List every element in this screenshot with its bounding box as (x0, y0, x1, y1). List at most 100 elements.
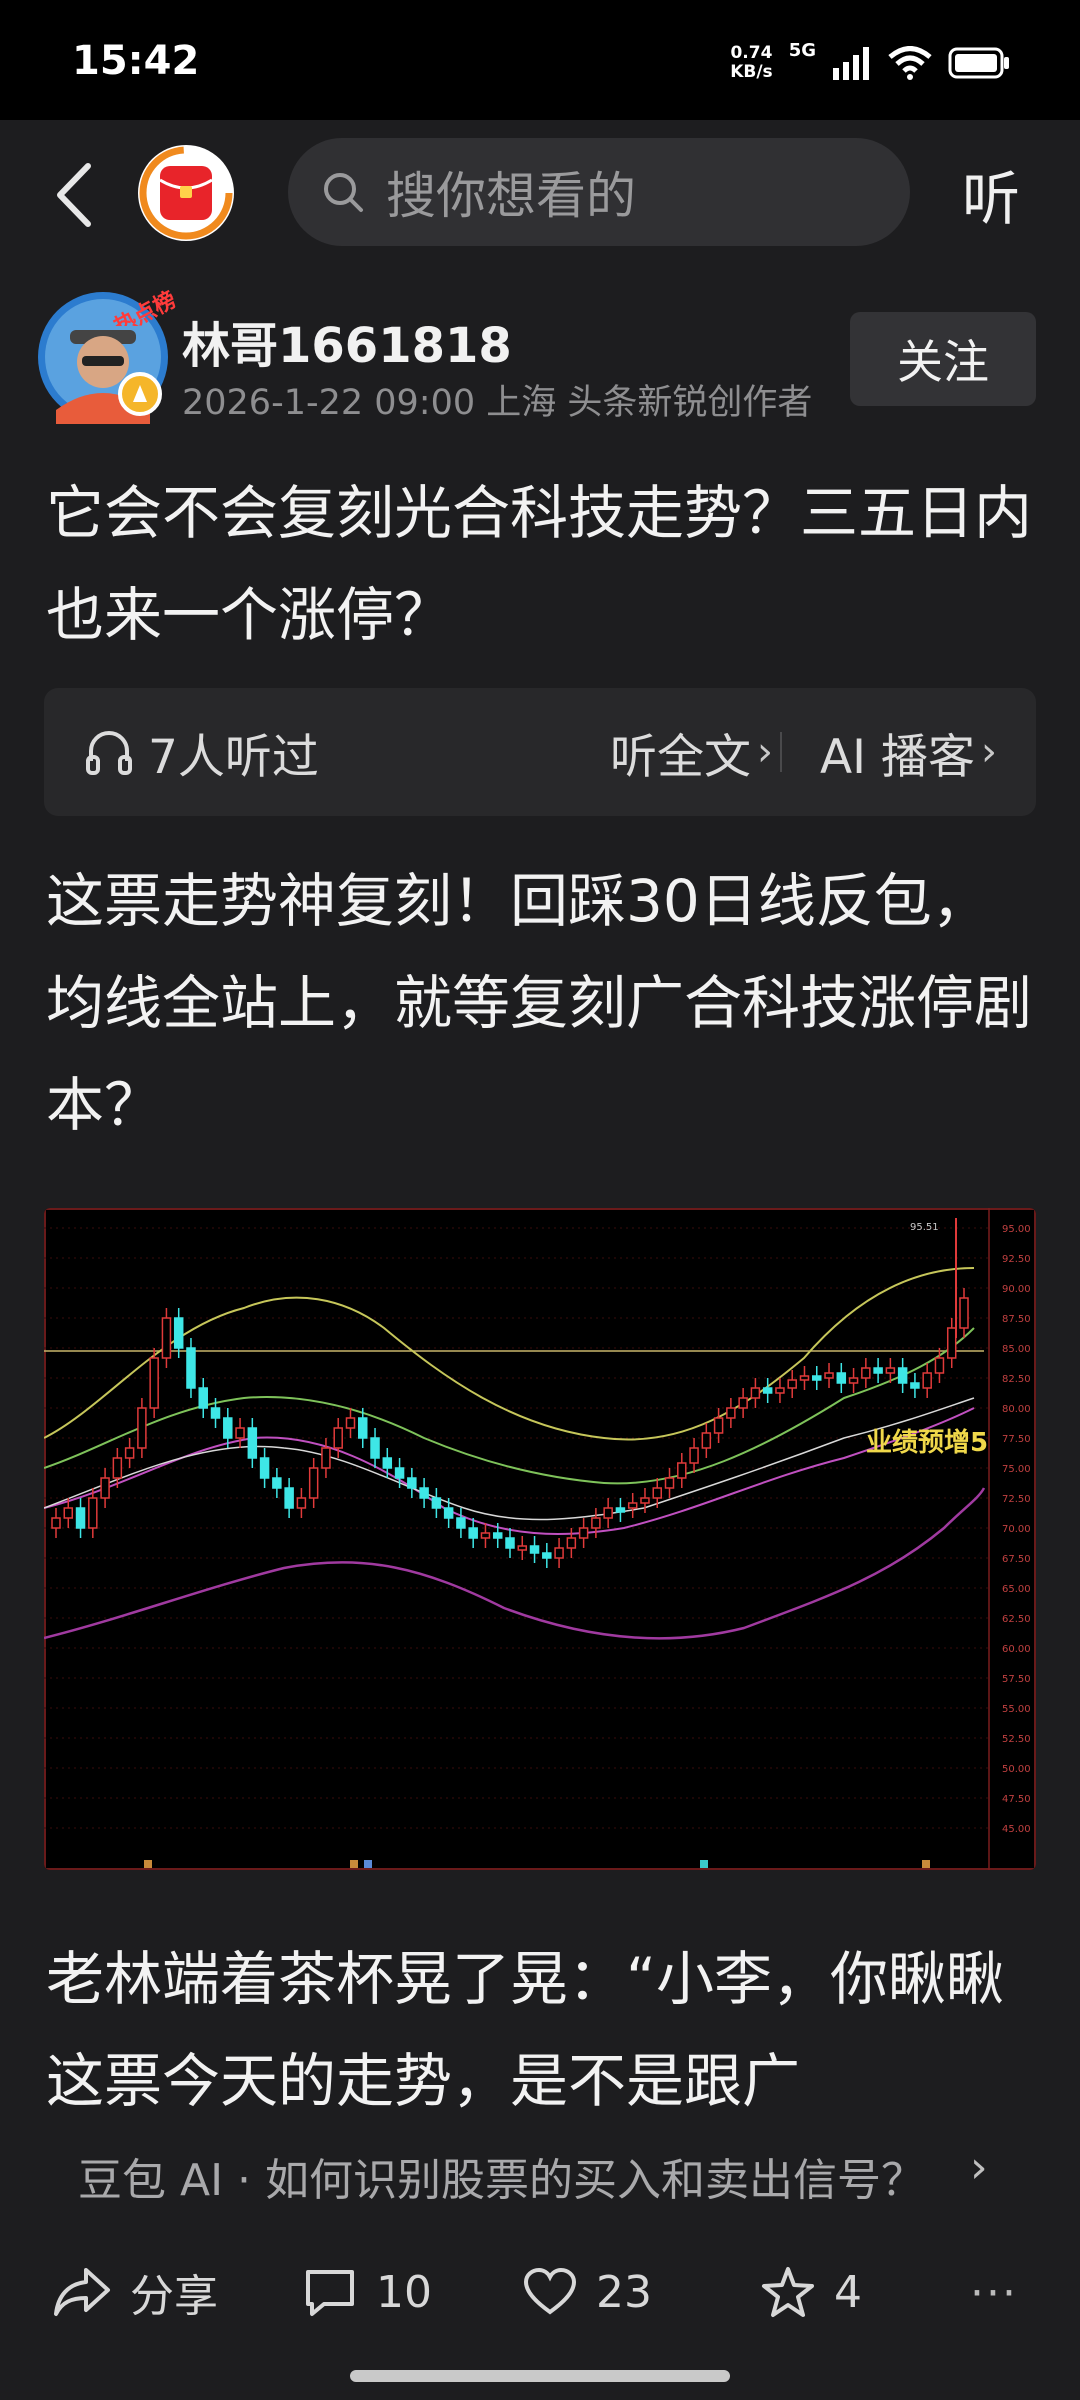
candle-body (627, 1502, 638, 1509)
date-marker (350, 1860, 358, 1868)
stock-chart-image[interactable]: 95.00 92.50 90.00 87.50 85.00 82.50 80.00 77.50… (44, 1208, 1036, 1870)
chevron-right-icon: › (757, 729, 773, 775)
candle-body (848, 1377, 859, 1384)
candle-body (713, 1417, 724, 1434)
candle-body (750, 1387, 761, 1399)
author-name[interactable]: 林哥1661818 (182, 306, 512, 376)
price-tick-label: 65.00 (1002, 1584, 1031, 1595)
comment-icon (306, 2270, 354, 2316)
candle-body (296, 1497, 307, 1509)
candle-body (149, 1357, 159, 1409)
candle-body (812, 1375, 822, 1381)
back-arrow-icon (57, 163, 91, 227)
candle-body (505, 1537, 515, 1549)
price-tick-label: 57.50 (1002, 1674, 1031, 1685)
candle-body (726, 1407, 736, 1419)
candle-body (235, 1427, 245, 1439)
listen-full-button[interactable]: 听全文 › (610, 688, 773, 816)
candle-body (456, 1517, 466, 1529)
candle-body (787, 1379, 797, 1389)
candle-body (529, 1545, 540, 1554)
chevron-right-icon: › (980, 729, 997, 775)
star-icon (762, 2267, 814, 2317)
candle-body (345, 1417, 356, 1429)
red-packet-icon[interactable] (135, 142, 237, 244)
candle-body (652, 1487, 662, 1499)
follow-button[interactable]: 关注 (850, 312, 1036, 406)
candle-body (615, 1507, 626, 1513)
candle-body (775, 1387, 785, 1394)
candle-body (308, 1467, 319, 1499)
status-bar: 15:42 0.74 KB/s 5G (0, 0, 1080, 120)
candle-body (321, 1447, 331, 1469)
listen-count-text: 7人听过 (148, 729, 319, 785)
price-tick-label: 72.50 (1002, 1494, 1031, 1505)
candle-body (358, 1417, 368, 1439)
back-button[interactable] (44, 160, 104, 230)
battery-icon (948, 47, 1009, 79)
favorite-count: 4 (834, 2266, 862, 2318)
price-tick-label: 82.50 (1002, 1374, 1031, 1385)
candle-body (799, 1375, 810, 1381)
price-tick-label: 85.00 (1002, 1344, 1031, 1355)
search-input[interactable]: 搜你想看的 (288, 138, 910, 246)
candle-body (210, 1407, 221, 1419)
article-lead: 这票走势神复刻！回踩30日线反包，均线全站上，就等复刻广合科技涨停剧本？ (46, 867, 1033, 1139)
price-tick-label: 62.50 (1002, 1614, 1031, 1625)
candle-body (824, 1372, 834, 1379)
favorite-button[interactable]: 4 (760, 2232, 862, 2352)
comment-button[interactable]: 10 (302, 2232, 432, 2352)
share-button[interactable]: 分享 (52, 2232, 218, 2352)
candle-body (861, 1367, 871, 1379)
candle-body (591, 1517, 601, 1529)
price-tick-label: 55.00 (1002, 1704, 1031, 1715)
price-tick-label: 50.00 (1002, 1764, 1031, 1775)
network-speed-unit: KB/s (730, 62, 773, 82)
candle-body (762, 1387, 773, 1394)
candle-body (517, 1545, 528, 1551)
candle-body (370, 1437, 380, 1459)
candle-body (492, 1532, 503, 1539)
listen-count: 7人听过 (84, 688, 319, 816)
candle-body (394, 1467, 405, 1479)
share-icon (54, 2268, 110, 2316)
candle-body (186, 1347, 196, 1389)
article-body-preview: 老林端着茶杯晃了晃：“小李，你瞅瞅这票今天的走势，是不是跟广 (46, 1945, 1005, 2115)
candle-body (112, 1457, 123, 1479)
ai-suggestion-bar[interactable]: 豆包 AI · 如何识别股票的买入和卖出信号？ › (0, 2120, 1080, 2220)
candle-body (468, 1527, 478, 1539)
candle-body (701, 1432, 712, 1449)
candle-body (161, 1317, 172, 1359)
candle-body (443, 1507, 454, 1519)
price-tick-label: 60.00 (1002, 1644, 1031, 1655)
candle-body (333, 1427, 343, 1449)
candle-body (198, 1387, 208, 1409)
like-button[interactable]: 23 (522, 2232, 652, 2352)
candle-body (284, 1487, 294, 1509)
candle-body (124, 1447, 135, 1459)
candle-body (88, 1497, 98, 1529)
more-options-button[interactable]: ··· (970, 2268, 1018, 2319)
chevron-right-icon: › (970, 2142, 988, 2193)
price-tick-label: 47.50 (1002, 1794, 1031, 1805)
ai-podcast-label: AI 播客 (820, 729, 975, 785)
candle-body (922, 1372, 932, 1389)
price-tick-label: 45.00 (1002, 1824, 1031, 1835)
date-marker (922, 1860, 930, 1868)
listen-button[interactable]: 听 (962, 152, 1020, 236)
price-tick-label: 95.00 (1002, 1224, 1031, 1235)
date-marker (144, 1860, 152, 1868)
peak-price-label: 95.51 (910, 1222, 939, 1233)
candle-body (664, 1477, 675, 1489)
candle-body (640, 1497, 650, 1504)
ai-podcast-button[interactable]: AI 播客 › (820, 688, 997, 816)
comment-count: 10 (376, 2266, 432, 2318)
candle-body (100, 1477, 110, 1499)
candle-body (946, 1327, 957, 1359)
candle-body (959, 1297, 969, 1329)
price-tick-label: 77.50 (1002, 1434, 1031, 1445)
candle-body (554, 1547, 564, 1559)
bottom-action-bar: 分享 10 23 4 (0, 2232, 1080, 2352)
home-indicator[interactable] (350, 2370, 730, 2382)
price-tick-label: 67.50 (1002, 1554, 1031, 1565)
